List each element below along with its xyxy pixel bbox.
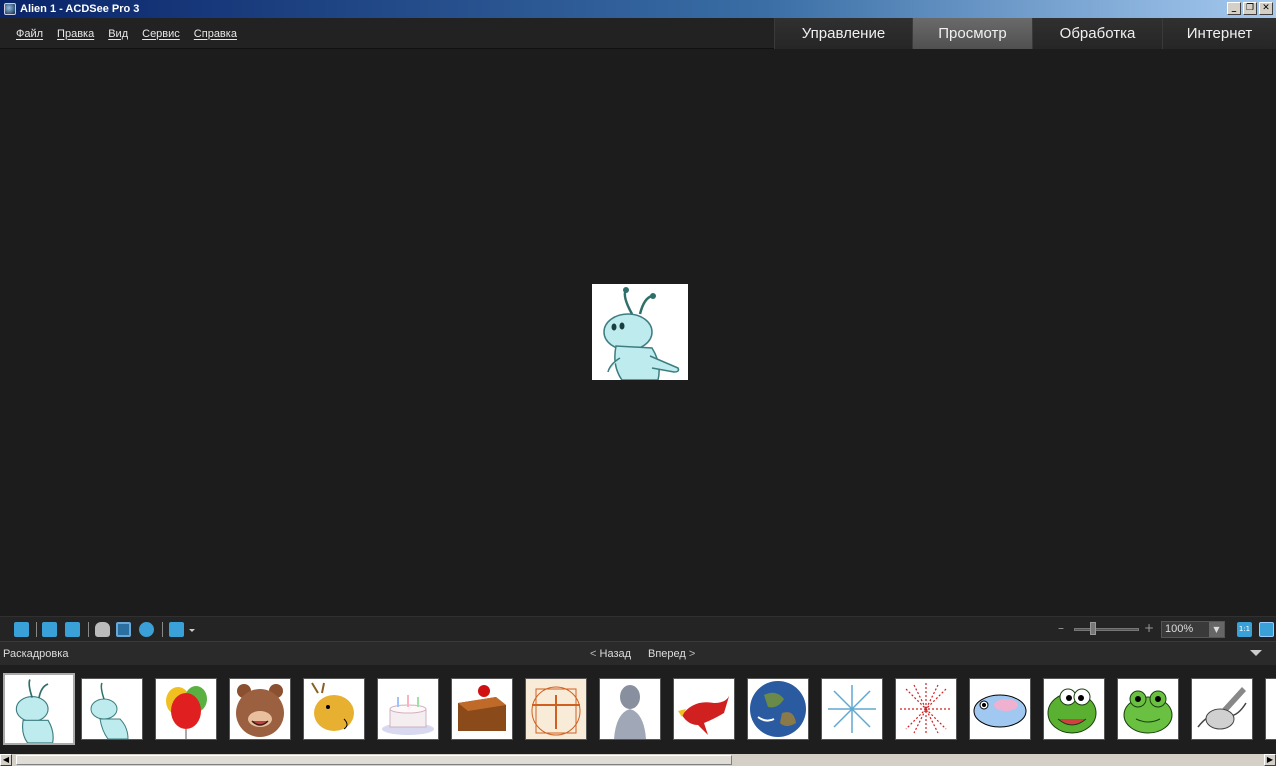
thumbnail-dragon[interactable] <box>673 678 735 740</box>
rotate-right-icon[interactable] <box>65 622 80 637</box>
tab-view[interactable]: Просмотр <box>912 18 1032 49</box>
forward-button[interactable]: Вперед > <box>648 648 695 660</box>
thumbnail-alien-1[interactable] <box>3 673 75 745</box>
tab-manage[interactable]: Управление <box>774 18 912 49</box>
chevron-down-icon[interactable]: ▼ <box>1209 622 1224 637</box>
scrollbar-thumb[interactable] <box>16 755 732 765</box>
forward-label: Вперед <box>648 648 686 660</box>
chevron-right-icon: > <box>688 648 696 660</box>
thumbnail-alien-2[interactable] <box>81 678 143 740</box>
zoom-out-icon[interactable]: – <box>1058 621 1064 635</box>
thumbnail-deer[interactable] <box>303 678 365 740</box>
zoom-slider-thumb[interactable] <box>1090 622 1096 635</box>
zoom-slider[interactable] <box>1074 628 1139 631</box>
toolbar-separator <box>162 622 163 637</box>
close-button[interactable]: ✕ <box>1259 2 1273 15</box>
fit-screen-icon[interactable] <box>169 622 184 637</box>
zoom-in-icon[interactable]: + <box>1144 621 1154 635</box>
filmstrip-header: Раскадровка < Назад Вперед > <box>0 641 1276 665</box>
back-button[interactable]: < Назад <box>590 648 631 660</box>
tab-online[interactable]: Интернет <box>1162 18 1276 49</box>
thumbnail-snowflake-burst[interactable] <box>821 678 883 740</box>
thumbnail-partial[interactable] <box>1265 678 1276 740</box>
viewer-toolbar: – + 100% ▼ 1:1 <box>0 616 1276 641</box>
toolbar-separator <box>36 622 37 637</box>
thumbnail-fish[interactable] <box>969 678 1031 740</box>
menu-file[interactable]: Файл <box>9 28 50 40</box>
thumbnail-hand-drawing[interactable] <box>1191 678 1253 740</box>
thumbnail-frog-2[interactable] <box>1117 678 1179 740</box>
filmstrip <box>0 665 1276 754</box>
tab-process[interactable]: Обработка <box>1032 18 1162 49</box>
menu-edit[interactable]: Правка <box>50 28 101 40</box>
displayed-image-alien[interactable] <box>592 284 688 381</box>
view-image-icon[interactable] <box>14 622 29 637</box>
menu-bar: Файл Правка Вид Сервис Справка Управлени… <box>0 18 1276 49</box>
chevron-left-icon: < <box>590 648 597 660</box>
restore-button[interactable]: ❐ <box>1243 2 1257 15</box>
main-menu: Файл Правка Вид Сервис Справка <box>9 18 244 49</box>
acdsee-app-icon[interactable] <box>4 3 16 15</box>
collapse-filmstrip-icon[interactable] <box>1250 650 1262 656</box>
menu-view[interactable]: Вид <box>101 28 135 40</box>
thumbnail-fireworks[interactable] <box>895 678 957 740</box>
filmstrip-title: Раскадровка <box>3 648 69 660</box>
thumbnail-frog-1[interactable] <box>1043 678 1105 740</box>
hand-tool-icon[interactable] <box>95 622 110 637</box>
thumbnail-bear[interactable] <box>229 678 291 740</box>
thumbnail-david-statue[interactable] <box>599 678 661 740</box>
back-label: Назад <box>599 648 632 660</box>
zoom-level-value: 100% <box>1165 623 1194 635</box>
select-tool-icon[interactable] <box>116 622 131 637</box>
filmstrip-scrollbar[interactable]: ◀ ▶ <box>0 754 1276 766</box>
mode-tabs: Управление Просмотр Обработка Интернет <box>774 18 1276 49</box>
thumbnail-balloons[interactable] <box>155 678 217 740</box>
window-title: Alien 1 - ACDSee Pro 3 <box>20 3 140 15</box>
toolbar-separator <box>88 622 89 637</box>
fit-image-icon[interactable] <box>1259 622 1274 637</box>
scroll-right-arrow-icon[interactable]: ▶ <box>1264 754 1276 766</box>
scroll-left-arrow-icon[interactable]: ◀ <box>0 754 12 766</box>
thumbnail-vitruvian-man[interactable] <box>525 678 587 740</box>
zoom-tool-icon[interactable] <box>139 622 154 637</box>
title-bar: Alien 1 - ACDSee Pro 3 _ ❐ ✕ <box>0 0 1276 18</box>
rotate-left-icon[interactable] <box>42 622 57 637</box>
thumbnail-cake-slice[interactable] <box>451 678 513 740</box>
zoom-level-select[interactable]: 100% ▼ <box>1161 621 1225 638</box>
image-viewer[interactable] <box>0 49 1276 616</box>
window-controls: _ ❐ ✕ <box>1227 2 1273 15</box>
menu-help[interactable]: Справка <box>187 28 244 40</box>
thumbnail-earth[interactable] <box>747 678 809 740</box>
actual-size-icon[interactable]: 1:1 <box>1237 622 1252 637</box>
minimize-button[interactable]: _ <box>1227 2 1241 15</box>
menu-tools[interactable]: Сервис <box>135 28 187 40</box>
dropdown-arrow-icon[interactable] <box>189 629 195 632</box>
thumbnail-birthday-cake[interactable] <box>377 678 439 740</box>
